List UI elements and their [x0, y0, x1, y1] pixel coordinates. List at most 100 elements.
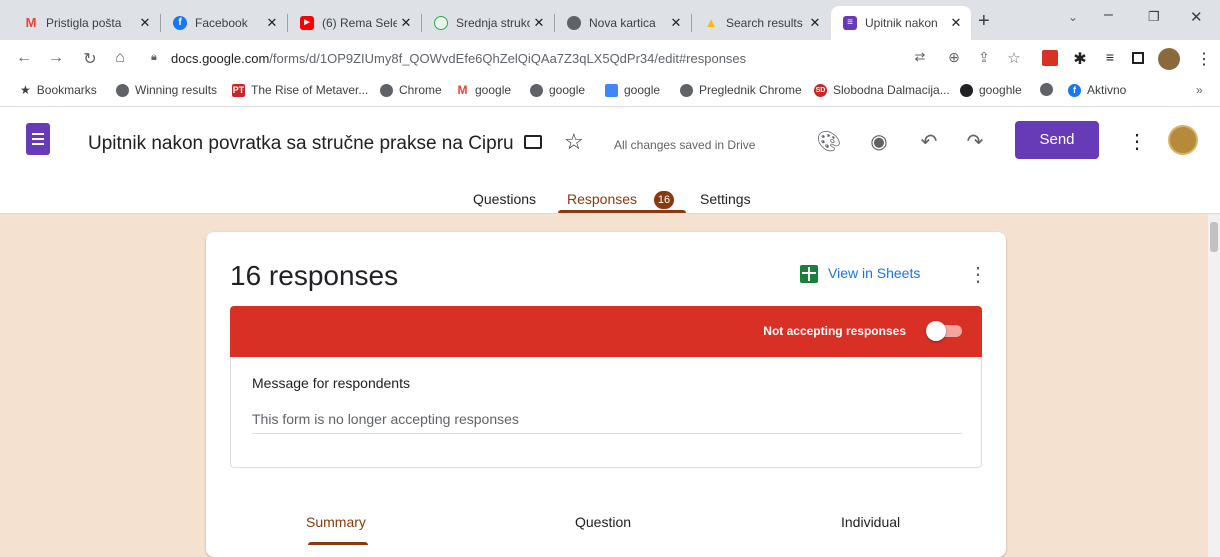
youtube-icon: ▶	[300, 16, 314, 30]
browser-tab-title: Nova kartica	[589, 16, 656, 30]
reading-list-icon[interactable]: ≡	[1100, 49, 1120, 65]
close-tab-icon[interactable]: ✕	[947, 15, 965, 31]
gmail-icon: M	[457, 82, 468, 97]
redo-icon[interactable]: ↷	[962, 129, 988, 155]
folder-icon[interactable]	[524, 135, 542, 149]
browser-tab-strip: M Pristigla pošta ✕ f Facebook ✕ ▶ (6) R…	[0, 0, 1220, 40]
bookmark-item[interactable]: Chrome	[380, 83, 442, 97]
restore-icon[interactable]: ❐	[1148, 9, 1160, 25]
extensions-icon[interactable]: ✱	[1070, 49, 1090, 69]
minimize-icon[interactable]: –	[1104, 6, 1113, 24]
browser-tab-title: Pristigla pošta	[46, 16, 122, 30]
close-tab-icon[interactable]: ✕	[263, 15, 281, 31]
translate-icon[interactable]: ⇄	[910, 49, 930, 65]
bookmark-label: googhle	[979, 83, 1022, 97]
bookmark-item[interactable]: f Aktivno	[1068, 83, 1126, 97]
share-icon[interactable]: ⇪	[974, 49, 994, 66]
accepting-responses-toggle[interactable]	[926, 321, 962, 341]
forms-header: Upitnik nakon povratka sa stručne prakse…	[0, 107, 1220, 214]
page-scrollbar[interactable]	[1208, 214, 1220, 557]
browser-tab[interactable]: ▲ Search results ✕	[692, 6, 830, 40]
bookmark-item[interactable]: google	[530, 83, 585, 97]
close-tab-icon[interactable]: ✕	[136, 15, 154, 31]
bookmark-item[interactable]: google	[605, 83, 660, 97]
toggle-knob	[926, 321, 946, 341]
pdf-extension-icon[interactable]	[1042, 50, 1058, 66]
responses-count-heading: 16 responses	[230, 260, 399, 291]
tab-questions[interactable]: Questions	[473, 191, 536, 207]
scrollbar-thumb[interactable]	[1210, 222, 1218, 252]
globe-icon	[116, 83, 129, 97]
bookmark-label: Preglednik Chrome	[699, 83, 802, 97]
browser-tab[interactable]: M Pristigla pošta ✕	[12, 6, 160, 40]
more-options-icon[interactable]: ⋮	[968, 262, 988, 287]
back-icon[interactable]: ←	[14, 49, 34, 67]
circle-icon	[960, 83, 973, 97]
undo-icon[interactable]: ↶	[916, 129, 942, 155]
save-status: All changes saved in Drive	[614, 138, 756, 152]
browser-tab-active[interactable]: ≡ Upitnik nakon ✕	[831, 6, 971, 40]
tab-settings[interactable]: Settings	[700, 191, 751, 207]
new-tab-icon[interactable]: +	[978, 10, 990, 33]
bookmark-item[interactable]: ★ Bookmarks	[20, 83, 97, 97]
close-tab-icon[interactable]: ✕	[397, 15, 415, 31]
send-button[interactable]: Send	[1015, 121, 1099, 159]
bookmarks-overflow-icon[interactable]: »	[1196, 83, 1203, 97]
browser-tab[interactable]: ▶ (6) Rema Selen ✕	[288, 6, 421, 40]
window-close-icon[interactable]: ✕	[1190, 8, 1203, 26]
globe-icon	[680, 83, 693, 97]
star-icon[interactable]: ☆	[564, 129, 584, 155]
form-title[interactable]: Upitnik nakon povratka sa stručne prakse…	[88, 133, 514, 155]
tab-search-icon[interactable]: ⌄	[1068, 10, 1078, 24]
bookmark-item[interactable]: googhle	[960, 83, 1022, 97]
facebook-icon: f	[1068, 83, 1081, 97]
accepting-status-label: Not accepting responses	[763, 324, 906, 338]
browser-tab[interactable]: Nova kartica ✕	[555, 6, 691, 40]
close-tab-icon[interactable]: ✕	[530, 15, 548, 31]
preview-eye-icon[interactable]: ◉	[866, 129, 892, 155]
forward-icon[interactable]: →	[46, 49, 66, 67]
side-panel-icon[interactable]	[1132, 52, 1144, 64]
chrome-menu-icon[interactable]: ⋮	[1194, 49, 1214, 69]
accepting-responses-banner: Not accepting responses	[230, 306, 982, 357]
active-tab-indicator	[558, 210, 686, 213]
browser-toolbar: ← → ↻ ⌂ 🔒︎ docs.google.com/forms/d/1OP9Z…	[0, 40, 1220, 78]
browser-tab[interactable]: Srednja struko ✕	[422, 6, 554, 40]
customize-theme-icon[interactable]: 🎨︎	[816, 129, 842, 155]
bookmark-item[interactable]: Preglednik Chrome	[680, 83, 802, 97]
browser-tab-title: Search results	[726, 16, 803, 30]
tab-question[interactable]: Question	[575, 514, 631, 530]
forms-logo-icon[interactable]	[26, 123, 50, 155]
tab-individual[interactable]: Individual	[841, 514, 900, 530]
url-path: /forms/d/1OP9ZIUmy8f_QOWvdEfe6QhZelQiQAa…	[269, 51, 747, 66]
close-tab-icon[interactable]: ✕	[806, 15, 824, 31]
home-icon[interactable]: ⌂	[110, 49, 130, 67]
tab-responses[interactable]: Responses	[567, 191, 637, 207]
bookmark-label: Slobodna Dalmacija...	[833, 83, 950, 97]
browser-tab[interactable]: f Facebook ✕	[161, 6, 287, 40]
profile-avatar[interactable]	[1158, 48, 1180, 70]
globe-icon	[530, 83, 543, 97]
bookmarks-bar: ★ Bookmarks Winning results PT The Rise of…	[0, 78, 1220, 107]
close-tab-icon[interactable]: ✕	[667, 15, 685, 31]
sheets-icon[interactable]	[800, 265, 818, 283]
message-input[interactable]: This form is no longer accepting respons…	[252, 411, 519, 427]
bookmark-item[interactable]: PT The Rise of Metaver...	[232, 83, 368, 97]
view-in-sheets-link[interactable]: View in Sheets	[828, 265, 920, 281]
tab-summary[interactable]: Summary	[306, 514, 366, 530]
bookmark-item[interactable]: SD Slobodna Dalmacija...	[814, 83, 950, 97]
drive-logo-icon	[605, 83, 618, 97]
zoom-icon[interactable]: ⊕	[944, 49, 964, 66]
bookmark-item[interactable]: Winning results	[116, 83, 217, 97]
account-avatar[interactable]	[1168, 125, 1198, 155]
bookmark-item[interactable]	[1040, 83, 1059, 96]
browser-tab-title: Facebook	[195, 16, 248, 30]
bookmark-label: Aktivno	[1087, 83, 1127, 97]
more-options-icon[interactable]: ⋮	[1124, 129, 1150, 155]
bookmark-star-icon[interactable]: ☆	[1004, 49, 1024, 67]
bookmark-item[interactable]: Mgoogle	[456, 82, 512, 97]
reload-icon[interactable]: ↻	[80, 49, 100, 69]
bookmark-label: google	[475, 83, 512, 97]
responses-card: 16 responses View in Sheets ⋮ Not accept…	[206, 232, 1006, 557]
address-bar[interactable]: 🔒︎ docs.google.com/forms/d/1OP9ZIUmy8f_Q…	[143, 45, 1193, 73]
